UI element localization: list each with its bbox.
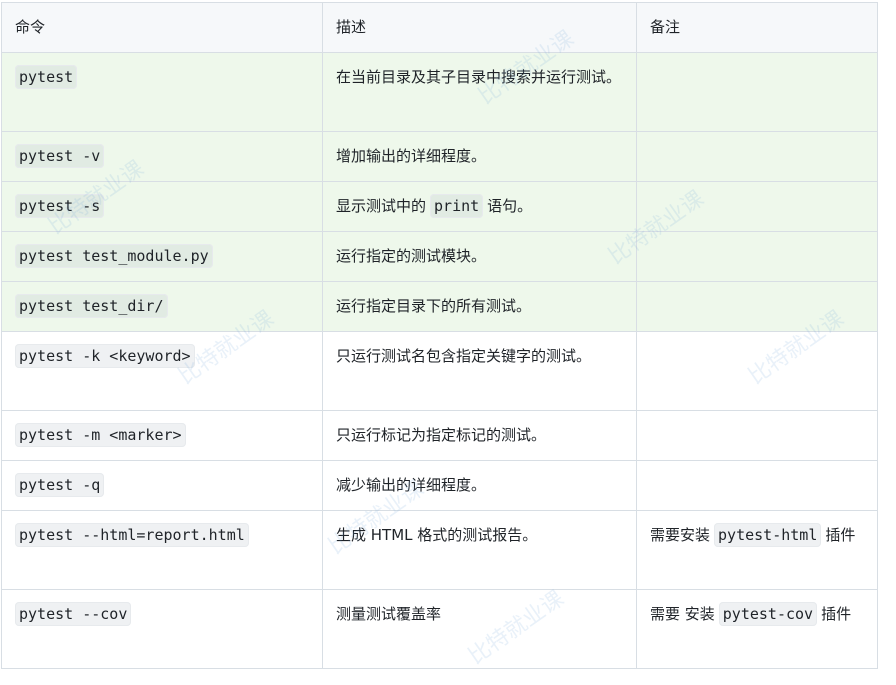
description-cell: 增加输出的详细程度。 <box>322 131 637 182</box>
table-row: pytest --cov 测量测试覆盖率 需要 安装 pytest-cov 插件 <box>1 589 878 669</box>
command-code: pytest -q <box>15 473 105 497</box>
description-text: 语句。 <box>487 197 533 215</box>
table-row: pytest -m <marker> 只运行标记为指定标记的测试。 <box>1 410 878 461</box>
command-code: pytest -s <box>15 194 105 218</box>
note-text: 需要 安装 <box>650 605 715 623</box>
command-cell: pytest --cov <box>1 589 323 669</box>
note-cell <box>636 52 878 132</box>
command-code: pytest test_dir/ <box>15 294 168 318</box>
table-row: pytest -v 增加输出的详细程度。 <box>1 131 878 182</box>
command-code: pytest --cov <box>15 602 132 626</box>
description-cell: 减少输出的详细程度。 <box>322 460 637 511</box>
note-cell <box>636 181 878 232</box>
command-cell: pytest -v <box>1 131 323 182</box>
inline-code: print <box>430 194 484 218</box>
pytest-commands-table: 命令 描述 备注 pytest 在当前目录及其子目录中搜索并运行测试。 pyte… <box>1 2 878 669</box>
table-row: pytest --html=report.html 生成 HTML 格式的测试报… <box>1 510 878 590</box>
note-text: 插件 <box>825 526 856 544</box>
description-cell: 在当前目录及其子目录中搜索并运行测试。 <box>322 52 637 132</box>
description-cell: 运行指定的测试模块。 <box>322 231 637 282</box>
command-cell: pytest --html=report.html <box>1 510 323 590</box>
command-cell: pytest <box>1 52 323 132</box>
note-text: 需要安装 <box>650 526 711 544</box>
note-cell <box>636 131 878 182</box>
command-code: pytest -k <keyword> <box>15 344 195 368</box>
note-cell <box>636 331 878 411</box>
note-cell <box>636 460 878 511</box>
note-cell <box>636 410 878 461</box>
table-row: pytest -k <keyword> 只运行测试名包含指定关键字的测试。 <box>1 331 878 411</box>
header-command: 命令 <box>1 2 323 53</box>
description-cell: 运行指定目录下的所有测试。 <box>322 281 637 332</box>
note-cell <box>636 281 878 332</box>
table-row: pytest 在当前目录及其子目录中搜索并运行测试。 <box>1 52 878 132</box>
description-text: 显示测试中的 <box>336 197 427 215</box>
command-cell: pytest -k <keyword> <box>1 331 323 411</box>
header-note: 备注 <box>636 2 878 53</box>
table-row: pytest test_dir/ 运行指定目录下的所有测试。 <box>1 281 878 332</box>
inline-code: pytest-html <box>714 523 822 547</box>
table-header-row: 命令 描述 备注 <box>1 2 878 53</box>
command-code: pytest test_module.py <box>15 244 213 268</box>
description-cell: 生成 HTML 格式的测试报告。 <box>322 510 637 590</box>
note-cell <box>636 231 878 282</box>
table-row: pytest test_module.py 运行指定的测试模块。 <box>1 231 878 282</box>
command-code: pytest -m <marker> <box>15 423 186 447</box>
header-description: 描述 <box>322 2 637 53</box>
note-cell: 需要安装 pytest-html 插件 <box>636 510 878 590</box>
command-cell: pytest -m <marker> <box>1 410 323 461</box>
command-cell: pytest test_dir/ <box>1 281 323 332</box>
note-text: 插件 <box>821 605 852 623</box>
note-cell: 需要 安装 pytest-cov 插件 <box>636 589 878 669</box>
inline-code: pytest-cov <box>718 602 818 626</box>
description-cell: 只运行标记为指定标记的测试。 <box>322 410 637 461</box>
description-cell: 只运行测试名包含指定关键字的测试。 <box>322 331 637 411</box>
description-cell: 测量测试覆盖率 <box>322 589 637 669</box>
command-cell: pytest -q <box>1 460 323 511</box>
table-row: pytest -s 显示测试中的 print 语句。 <box>1 181 878 232</box>
command-cell: pytest test_module.py <box>1 231 323 282</box>
command-code: pytest <box>15 65 78 89</box>
table-row: pytest -q 减少输出的详细程度。 <box>1 460 878 511</box>
command-code: pytest -v <box>15 144 105 168</box>
description-cell: 显示测试中的 print 语句。 <box>322 181 637 232</box>
command-cell: pytest -s <box>1 181 323 232</box>
command-code: pytest --html=report.html <box>15 523 249 547</box>
